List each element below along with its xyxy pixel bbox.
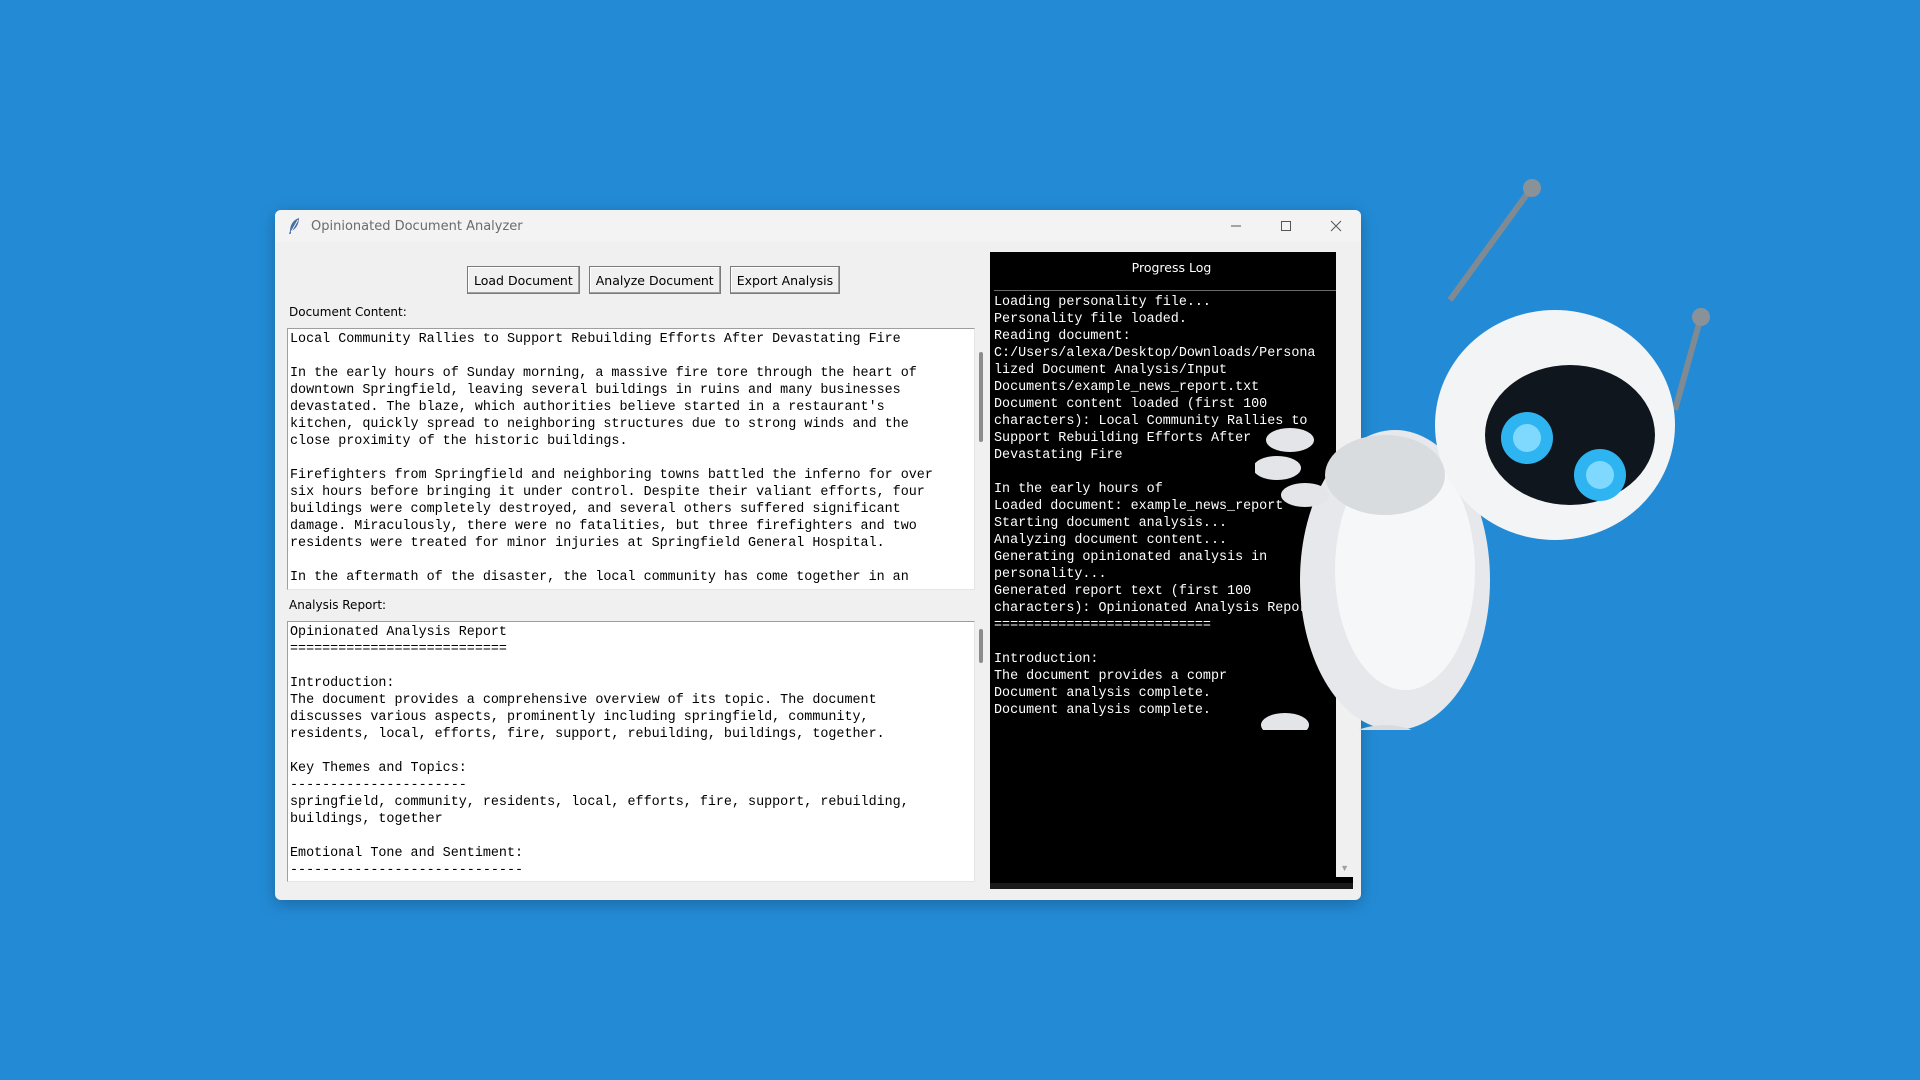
document-content-textbox[interactable]: Local Community Rallies to Support Rebui… [287, 328, 975, 590]
scroll-down-icon[interactable]: ▼ [1340, 863, 1349, 873]
document-content-label: Document Content: [289, 305, 407, 319]
document-content-text: Local Community Rallies to Support Rebui… [290, 332, 933, 585]
window-title: Opinionated Document Analyzer [311, 218, 523, 234]
main-panel: Load Document Analyze Document Export An… [275, 242, 985, 900]
analysis-report-textbox[interactable]: Opinionated Analysis Report ============… [287, 621, 975, 882]
export-analysis-button[interactable]: Export Analysis [729, 266, 841, 294]
analysis-report-text: Opinionated Analysis Report ============… [290, 625, 909, 878]
minimize-button[interactable] [1211, 210, 1261, 242]
analyze-document-button[interactable]: Analyze Document [588, 266, 721, 294]
minimize-icon [1231, 225, 1241, 227]
report-scrollbar[interactable] [979, 629, 983, 663]
feather-icon [283, 215, 305, 237]
app-window: Opinionated Document Analyzer Load Docum… [275, 210, 1361, 900]
analysis-report-label: Analysis Report: [289, 598, 387, 612]
document-scrollbar[interactable] [979, 352, 983, 442]
toolbar: Load Document Analyze Document Export An… [467, 266, 841, 294]
progress-log-bottom-edge [990, 883, 1353, 889]
robot-mascot-image [1255, 179, 1710, 730]
title-bar[interactable]: Opinionated Document Analyzer [275, 210, 1361, 242]
load-document-button[interactable]: Load Document [467, 266, 580, 294]
